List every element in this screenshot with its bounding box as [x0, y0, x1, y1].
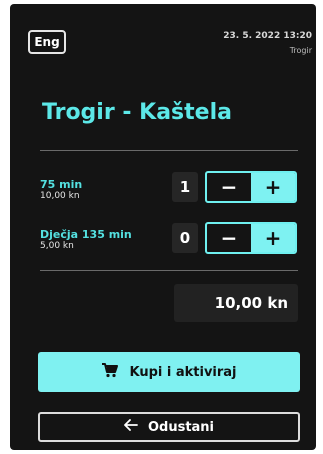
increment-button[interactable]: +: [251, 173, 295, 201]
divider: [40, 270, 298, 271]
quantity-stepper: − +: [205, 171, 297, 203]
divider: [40, 150, 298, 151]
increment-button[interactable]: +: [251, 224, 295, 252]
decrement-button[interactable]: −: [207, 173, 251, 201]
language-button[interactable]: Eng: [28, 30, 66, 54]
ticket-quantity: 0: [172, 223, 198, 253]
language-label: Eng: [34, 35, 60, 49]
ticket-price: 10,00 kn: [40, 191, 80, 201]
ticket-name: 75 min: [40, 178, 83, 191]
ticket-name: Dječja 135 min: [40, 228, 132, 241]
cart-icon: [101, 362, 119, 382]
ticket-purchase-screen: Eng 23. 5. 2022 13:20 Trogir Trogir - Ka…: [10, 4, 316, 450]
decrement-button[interactable]: −: [207, 224, 251, 252]
minus-icon: −: [220, 175, 238, 199]
cancel-button-label: Odustani: [147, 419, 215, 435]
buy-and-activate-button[interactable]: Kupi i aktiviraj: [38, 352, 300, 392]
route-title: Trogir - Kaštela: [42, 100, 232, 125]
total-amount: 10,00 kn: [174, 284, 298, 322]
ticket-quantity-value: 0: [179, 229, 191, 247]
plus-icon: +: [264, 226, 282, 250]
arrow-left-icon: [124, 419, 138, 435]
quantity-stepper: − +: [205, 222, 297, 254]
datetime: 23. 5. 2022 13:20: [223, 31, 312, 41]
buy-button-label: Kupi i aktiviraj: [129, 364, 237, 380]
ticket-quantity-value: 1: [179, 178, 191, 196]
plus-icon: +: [264, 175, 282, 199]
location-label: Trogir: [289, 46, 312, 55]
minus-icon: −: [220, 226, 238, 250]
total-amount-value: 10,00 kn: [214, 294, 288, 312]
ticket-quantity: 1: [172, 172, 198, 202]
ticket-price: 5,00 kn: [40, 241, 74, 251]
cancel-button[interactable]: Odustani: [38, 412, 300, 442]
